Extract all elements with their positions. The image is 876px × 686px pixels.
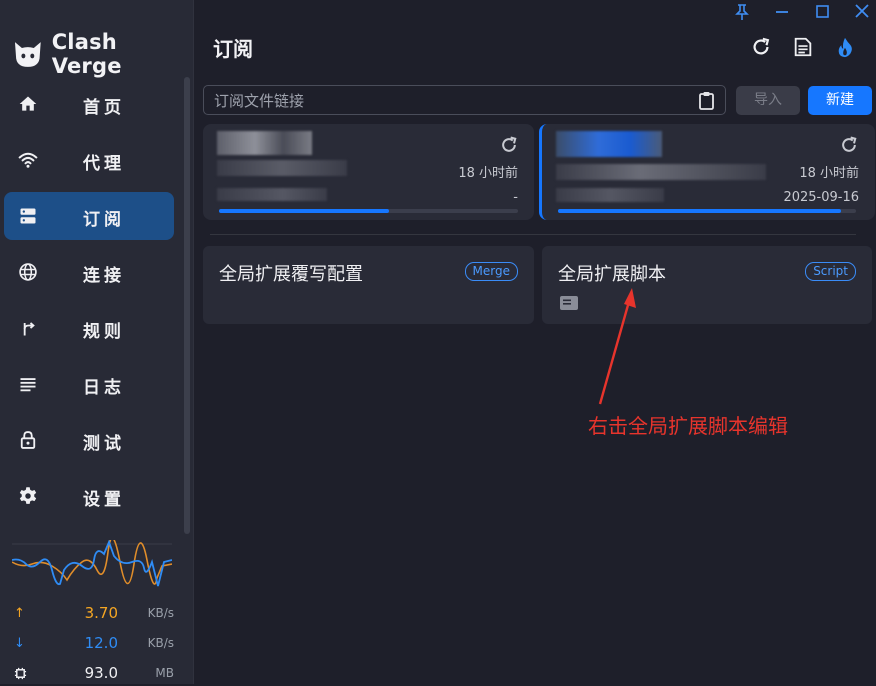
upload-unit: KB/s — [147, 606, 174, 620]
arrow-down-icon: ↓ — [14, 636, 25, 651]
sidebar-item-label: 日志 — [83, 378, 125, 398]
sidebar-item-connections[interactable]: 连接 — [4, 248, 174, 296]
memory-unit: MB — [155, 666, 174, 680]
upload-stat: ↑ 3.70 KB/s — [12, 604, 174, 626]
sidebar-item-label: 订阅 — [83, 210, 125, 230]
import-button[interactable]: 导入 — [736, 86, 800, 115]
gear-icon — [19, 487, 37, 504]
sidebar: Clash Verge 首页 代理 订阅 连接 规则 日志 测试 设置 ↑ 3.… — [0, 0, 194, 684]
annotation-arrow — [598, 288, 636, 405]
script-file-icon — [560, 296, 578, 310]
upload-value: 3.70 — [84, 604, 118, 622]
merge-badge: Merge — [464, 262, 518, 281]
refresh-icon[interactable] — [750, 36, 772, 58]
sidebar-nav: 首页 代理 订阅 连接 规则 日志 测试 设置 — [4, 80, 174, 528]
expire-date: 2025-09-16 — [783, 190, 859, 205]
memory-stat: 93.0 MB — [12, 664, 174, 686]
sidebar-item-profiles[interactable]: 订阅 — [4, 192, 174, 240]
usage-progress-fill — [558, 209, 842, 213]
annotation-text: 右击全局扩展脚本编辑 — [588, 414, 788, 438]
sidebar-item-home[interactable]: 首页 — [4, 80, 174, 128]
sidebar-item-settings[interactable]: 设置 — [4, 472, 174, 520]
fork-right-icon — [23, 322, 35, 336]
global-merge-card[interactable]: 全局扩展覆写配置 Merge — [203, 246, 534, 324]
profile-card[interactable]: 18 小时前 - — [203, 124, 534, 220]
globe-icon — [19, 263, 37, 281]
sidebar-item-logs[interactable]: 日志 — [4, 360, 174, 408]
sidebar-item-label: 设置 — [83, 490, 125, 510]
expire-date: - — [513, 190, 518, 205]
updated-time: 18 小时前 — [799, 166, 859, 181]
script-badge: Script — [805, 262, 856, 281]
profile-name-redacted — [556, 131, 662, 157]
global-merge-title: 全局扩展覆写配置 — [219, 264, 363, 285]
profile-url-redacted — [217, 160, 347, 176]
profile-card-selected[interactable]: 18 小时前 2025-09-16 — [539, 124, 875, 220]
profile-name-redacted — [217, 131, 312, 155]
wifi-icon — [18, 152, 38, 168]
global-script-title: 全局扩展脚本 — [558, 264, 666, 285]
sidebar-item-rules[interactable]: 规则 — [4, 304, 174, 352]
app-name: Clash Verge — [51, 30, 122, 78]
profile-url-redacted — [556, 164, 766, 180]
subscription-url-input[interactable] — [212, 89, 686, 113]
memory-value: 93.0 — [84, 664, 118, 682]
sidebar-item-label: 规则 — [83, 322, 125, 342]
download-value: 12.0 — [84, 634, 118, 652]
profile-usage-redacted — [556, 188, 664, 202]
app-logo: Clash Verge — [12, 30, 193, 78]
sidebar-item-label: 连接 — [83, 266, 125, 286]
refresh-icon[interactable] — [839, 135, 859, 155]
sidebar-item-test[interactable]: 测试 — [4, 416, 174, 464]
usage-progress — [219, 209, 518, 213]
memory-chip-icon — [14, 667, 27, 680]
section-divider — [210, 234, 856, 235]
list-icon — [20, 378, 36, 392]
dns-icon — [20, 208, 36, 224]
new-button[interactable]: 新建 — [808, 86, 872, 115]
minimize-icon[interactable] — [772, 2, 792, 22]
sidebar-scrollbar[interactable] — [184, 77, 190, 534]
sidebar-item-proxies[interactable]: 代理 — [4, 136, 174, 184]
usage-progress-fill — [219, 209, 390, 213]
maximize-icon[interactable] — [812, 2, 832, 22]
cat-logo-icon — [14, 42, 41, 67]
download-unit: KB/s — [147, 636, 174, 650]
sidebar-item-label: 代理 — [83, 154, 125, 174]
usage-progress — [558, 209, 856, 213]
lock-icon — [20, 431, 36, 449]
profile-usage-redacted — [217, 188, 327, 201]
close-icon[interactable] — [852, 2, 872, 22]
clipboard-icon[interactable] — [698, 91, 715, 110]
traffic-graph — [12, 540, 172, 587]
pin-icon[interactable] — [732, 2, 752, 22]
page-title: 订阅 — [213, 37, 253, 61]
arrow-up-icon: ↑ — [14, 606, 25, 621]
home-icon — [19, 96, 37, 111]
sidebar-item-label: 测试 — [83, 434, 125, 454]
refresh-icon[interactable] — [499, 135, 519, 155]
updated-time: 18 小时前 — [458, 166, 518, 181]
download-stat: ↓ 12.0 KB/s — [12, 634, 174, 656]
subscription-url-field[interactable] — [203, 85, 726, 115]
fire-icon[interactable] — [834, 36, 856, 58]
sidebar-item-label: 首页 — [83, 98, 125, 118]
text-snippet-icon[interactable] — [792, 36, 814, 58]
